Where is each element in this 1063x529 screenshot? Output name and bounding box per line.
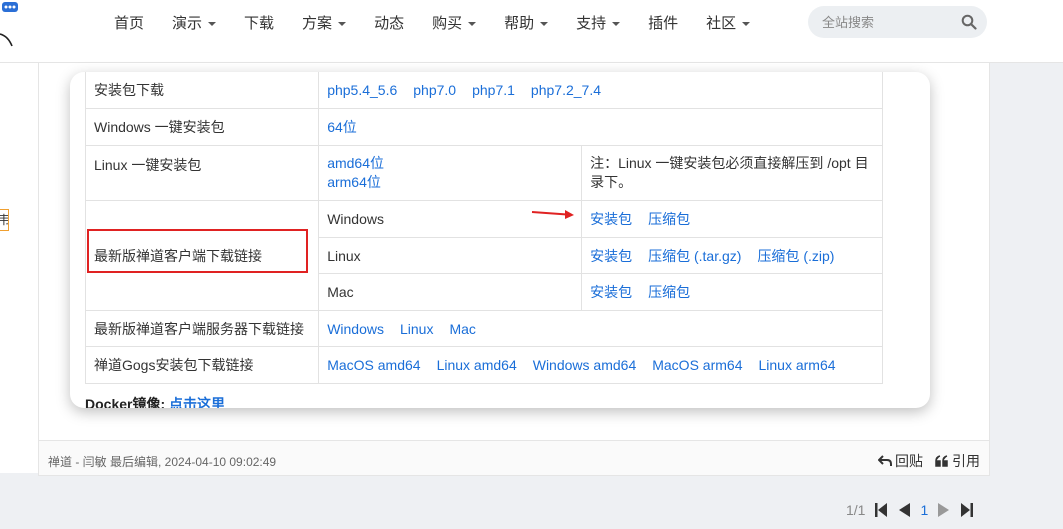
nav-label: 插件 (648, 15, 679, 32)
download-link[interactable]: 安装包 (590, 284, 632, 300)
download-link[interactable]: MacOS amd64 (327, 357, 420, 373)
download-link[interactable]: amd64位 (327, 154, 557, 173)
platform-name: Mac (318, 273, 583, 311)
nav-support[interactable]: 支持 (562, 0, 634, 45)
nav-news[interactable]: 动态 (360, 0, 418, 45)
row-label: 禅道Gogs安装包下载链接 (84, 346, 320, 384)
nav-community[interactable]: 社区 (692, 0, 764, 45)
top-navbar: 首页 演示 下载 方案 动态 购买 帮助 支持 插件 社区 (0, 0, 1063, 63)
sidebar-fragment-text: 韦 (0, 209, 9, 231)
nav-label: 购买 (432, 15, 463, 32)
link-cell: MacOS amd64 Linux amd64 Windows amd64 MacOS… (318, 346, 883, 384)
table-row: Windows 一键安装包 64位 (84, 108, 883, 146)
docker-label: Docker镜像: (85, 396, 170, 408)
next-page-icon[interactable] (937, 502, 951, 518)
nav-solutions[interactable]: 方案 (288, 0, 360, 45)
link-cell: php5.4_5.6 php7.0 php7.1 php7.2_7.4 (318, 72, 883, 109)
download-link[interactable]: Mac (449, 321, 475, 337)
download-link[interactable]: 64位 (327, 119, 357, 135)
download-table: 安装包下载 php5.4_5.6 php7.0 php7.1 php7.2_7.4 W… (84, 72, 883, 384)
page-summary: 1/1 (846, 502, 866, 518)
current-page[interactable]: 1 (920, 502, 928, 518)
download-link[interactable]: Linux (400, 321, 433, 337)
download-link[interactable]: Linux arm64 (758, 357, 835, 373)
nav-home[interactable]: 首页 (100, 0, 158, 45)
download-link[interactable]: php7.1 (472, 82, 515, 98)
chevron-down-icon (540, 21, 549, 26)
quote-icon (935, 455, 948, 467)
nav-label: 演示 (172, 15, 203, 32)
reply-button[interactable]: 回贴 (878, 451, 923, 471)
nav-buy[interactable]: 购买 (418, 0, 490, 45)
nav-label: 下载 (244, 15, 275, 32)
chevron-down-icon (338, 21, 347, 26)
nav-demo[interactable]: 演示 (158, 0, 230, 45)
nav-label: 动态 (374, 15, 405, 32)
link-cell: 安装包 压缩包 (581, 273, 883, 311)
link-cell: 安装包 压缩包 (581, 200, 883, 238)
prev-page-icon[interactable] (897, 502, 911, 518)
download-link[interactable]: 压缩包 (.zip) (757, 248, 834, 264)
nav-label: 首页 (114, 15, 145, 32)
nav-label: 方案 (302, 15, 333, 32)
post-footer: 禅道 - 闫敏 最后编辑, 2024-04-10 09:02:49 回贴 引用 (38, 440, 990, 476)
download-link[interactable]: arm64位 (327, 173, 573, 192)
table-row: 安装包下载 php5.4_5.6 php7.0 php7.1 php7.2_7.4 (84, 72, 883, 109)
chevron-down-icon (468, 21, 477, 26)
red-arrow-icon (531, 210, 574, 219)
nav-label: 支持 (576, 15, 607, 32)
nav-help[interactable]: 帮助 (490, 0, 562, 45)
chevron-down-icon (612, 21, 621, 26)
docker-line: Docker镜像: 点击这里 (85, 394, 225, 408)
nav-plugins[interactable]: 插件 (634, 0, 692, 45)
highlight-box (87, 229, 308, 273)
table-row: Linux 一键安装包 amd64位 arm64位 注：Linux 一键安装包必… (84, 145, 883, 201)
nav-download[interactable]: 下载 (230, 0, 288, 45)
chevron-down-icon (742, 21, 751, 26)
nav-label: 社区 (706, 15, 737, 32)
nav-label: 帮助 (504, 15, 535, 32)
reply-label: 回贴 (895, 453, 923, 469)
search-icon[interactable] (961, 14, 977, 30)
linux-install-note: 注：Linux 一键安装包必须直接解压到 /opt 目录下。 (581, 145, 883, 201)
quote-button[interactable]: 引用 (935, 451, 980, 471)
row-label: 安装包下载 (84, 72, 320, 109)
last-page-icon[interactable] (960, 502, 974, 518)
site-search (808, 6, 987, 38)
download-link[interactable]: Linux amd64 (437, 357, 517, 373)
download-link[interactable]: 安装包 (590, 211, 632, 227)
post-actions: 回贴 引用 (878, 451, 980, 471)
post-meta: 禅道 - 闫敏 最后编辑, 2024-04-10 09:02:49 (48, 455, 277, 469)
table-row: 禅道Gogs安装包下载链接 MacOS amd64 Linux amd64 Wind… (84, 346, 883, 384)
docker-link[interactable]: 点击这里 (169, 396, 225, 408)
site-logo[interactable] (0, 0, 30, 60)
download-link[interactable]: 压缩包 (648, 284, 690, 300)
download-link[interactable]: 压缩包 (648, 211, 690, 227)
link-cell: 安装包 压缩包 (.tar.gz) 压缩包 (.zip) (581, 237, 883, 274)
download-link[interactable]: 安装包 (590, 248, 632, 264)
row-label: Linux 一键安装包 (84, 145, 320, 201)
link-cell: amd64位 arm64位 (318, 145, 583, 201)
pagination: 1/1 1 (846, 502, 974, 518)
left-sidebar-fragment: 韦 (0, 63, 38, 473)
first-page-icon[interactable] (874, 502, 888, 518)
main-nav: 首页 演示 下载 方案 动态 购买 帮助 支持 插件 社区 (100, 0, 764, 45)
link-cell: Windows Linux Mac (318, 310, 883, 347)
download-link[interactable]: php7.0 (413, 82, 456, 98)
row-label: Windows 一键安装包 (84, 108, 320, 146)
search-input[interactable] (822, 14, 952, 30)
row-label: 最新版禅道客户端服务器下载链接 (84, 310, 320, 347)
download-link[interactable]: Windows amd64 (533, 357, 637, 373)
reply-icon (878, 455, 892, 466)
link-cell: 64位 (318, 108, 883, 146)
quote-label: 引用 (952, 453, 980, 469)
download-link[interactable]: php5.4_5.6 (327, 82, 397, 98)
download-link[interactable]: 压缩包 (.tar.gz) (648, 248, 741, 264)
download-link[interactable]: php7.2_7.4 (531, 82, 601, 98)
download-link[interactable]: Windows (327, 321, 384, 337)
chevron-down-icon (208, 21, 217, 26)
download-link[interactable]: MacOS arm64 (652, 357, 742, 373)
table-row: 最新版禅道客户端服务器下载链接 Windows Linux Mac (84, 310, 883, 347)
platform-name: Linux (318, 237, 583, 274)
